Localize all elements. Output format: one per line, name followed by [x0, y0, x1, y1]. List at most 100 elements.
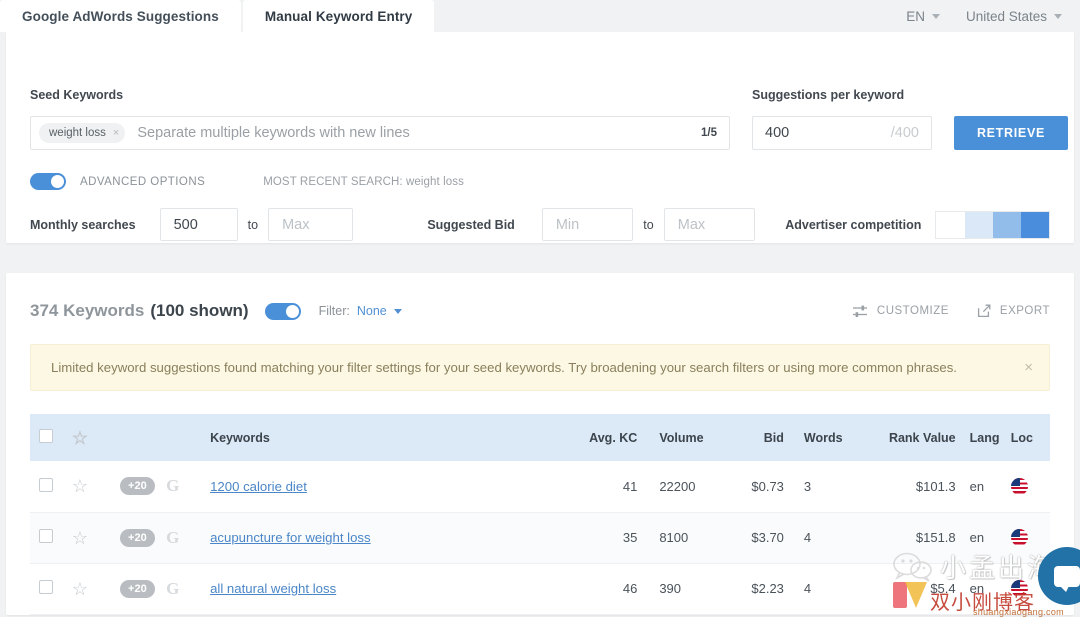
most-recent-search: MOST RECENT SEARCH: weight loss	[263, 175, 464, 188]
star-icon[interactable]: ☆	[72, 476, 88, 496]
export-label: EXPORT	[999, 305, 1050, 317]
row-loc-cell	[1002, 512, 1050, 563]
advanced-filters-row: Monthly searches 500 to Max Suggested Bi…	[30, 208, 1050, 241]
results-toggle[interactable]	[264, 302, 301, 320]
suggested-bid-min-input[interactable]: Min	[541, 208, 634, 241]
close-icon[interactable]: ×	[113, 127, 119, 139]
column-volume[interactable]: Volume	[637, 414, 723, 461]
column-loc[interactable]: Loc	[1002, 414, 1050, 461]
competition-segment-1[interactable]	[936, 211, 965, 238]
row-badge-cell: +20	[120, 563, 166, 614]
star-icon[interactable]: ☆	[72, 428, 88, 448]
row-keyword-cell: all natural weight loss	[210, 563, 574, 614]
retrieve-button[interactable]: RETRIEVE	[954, 116, 1068, 150]
competition-segment-4[interactable]	[1020, 211, 1049, 238]
customize-button[interactable]: CUSTOMIZE	[852, 305, 949, 318]
competition-segment-3[interactable]	[992, 211, 1021, 238]
row-source-cell: G	[166, 563, 210, 614]
flag-us-icon	[1010, 580, 1028, 598]
column-favorite: ☆	[72, 414, 120, 461]
row-words: 4	[803, 581, 812, 596]
language-dropdown[interactable]: EN	[906, 9, 940, 24]
table-header: ☆ Keywords Avg. KC Volume Bid Words Rank…	[30, 414, 1050, 461]
filter-label: Filter:	[318, 304, 350, 318]
results-header: 374 Keywords (100 shown) Filter: None CU…	[30, 273, 1050, 321]
row-avg-kc: 46	[622, 581, 638, 596]
suggestions-input[interactable]: 400 /400	[752, 116, 932, 150]
row-checkbox-cell	[30, 461, 72, 512]
suggestions-label: Suggestions per keyword	[752, 88, 905, 102]
seed-keywords-input[interactable]: weight loss × Separate multiple keywords…	[30, 116, 730, 150]
filter-dropdown[interactable]: Filter: None	[319, 304, 402, 318]
row-volume: 390	[659, 581, 682, 596]
monthly-searches-min-input[interactable]: 500	[159, 208, 238, 241]
select-all-checkbox[interactable]	[39, 429, 53, 443]
results-panel: 374 Keywords (100 shown) Filter: None CU…	[6, 273, 1074, 615]
suggestions-per-keyword-group: Suggestions per keyword 400 /400	[752, 88, 932, 150]
seed-placeholder: Separate multiple keywords with new line…	[137, 125, 410, 141]
keyword-link[interactable]: 1200 calorie diet	[210, 479, 307, 494]
advanced-options-row: ADVANCED OPTIONS MOST RECENT SEARCH: wei…	[30, 173, 1050, 190]
keyword-link[interactable]: all natural weight loss	[210, 581, 336, 596]
column-source	[166, 414, 210, 461]
google-icon: G	[166, 527, 180, 547]
filter-value: None	[356, 304, 387, 318]
advertiser-competition-selector[interactable]	[935, 210, 1050, 239]
column-select-all	[30, 414, 72, 461]
row-rank-value: $5.4	[930, 581, 956, 596]
suggested-bid-label: Suggested Bid	[427, 217, 515, 232]
table-row[interactable]: ☆ +20 G all natural weight loss 46 390 $…	[30, 563, 1050, 614]
external-link-icon	[977, 304, 991, 318]
country-dropdown[interactable]: United States	[966, 9, 1062, 24]
row-checkbox[interactable]	[39, 477, 53, 492]
row-checkbox[interactable]	[39, 529, 53, 543]
country-value: United States	[965, 8, 1047, 24]
tab-google-adwords-suggestions[interactable]: Google AdWords Suggestions	[0, 0, 241, 32]
row-bid: $3.70	[751, 530, 784, 545]
tab-bar: Google AdWords Suggestions Manual Keywor…	[0, 0, 1080, 32]
column-avg-kc[interactable]: Avg. KC	[575, 414, 637, 461]
competition-segment-2[interactable]	[964, 211, 993, 238]
close-icon[interactable]: ×	[1024, 360, 1033, 375]
seed-keywords-group: Seed Keywords weight loss × Separate mul…	[30, 88, 730, 150]
row-badge-cell: +20	[120, 461, 166, 512]
column-words[interactable]: Words	[784, 414, 864, 461]
column-rank-value[interactable]: Rank Value	[864, 414, 956, 461]
google-icon: G	[166, 476, 180, 496]
monthly-searches-label: Monthly searches	[30, 217, 136, 232]
star-icon[interactable]: ☆	[72, 579, 88, 599]
seed-row: Seed Keywords weight loss × Separate mul…	[30, 32, 1068, 150]
bid-to-label: to	[643, 217, 654, 232]
row-lang: en	[969, 530, 985, 545]
table-row[interactable]: ☆ +20 G 1200 calorie diet 41 22200 $0.73…	[30, 461, 1050, 512]
column-keywords[interactable]: Keywords	[210, 414, 574, 461]
export-button[interactable]: EXPORT	[977, 304, 1050, 318]
table-body: ☆ +20 G 1200 calorie diet 41 22200 $0.73…	[30, 461, 1050, 614]
column-expand	[120, 414, 166, 461]
expand-badge[interactable]: +20	[120, 528, 155, 547]
column-lang[interactable]: Lang	[956, 414, 1002, 461]
table-header-row: ☆ Keywords Avg. KC Volume Bid Words Rank…	[30, 414, 1050, 461]
table-row[interactable]: ☆ +20 G acupuncture for weight loss 35 8…	[30, 512, 1050, 563]
seed-chip[interactable]: weight loss ×	[39, 123, 126, 143]
row-rank-value: $151.8	[915, 530, 956, 545]
expand-badge[interactable]: +20	[120, 579, 155, 598]
tab-label: Manual Keyword Entry	[264, 8, 413, 24]
advanced-options-toggle[interactable]	[30, 173, 66, 190]
expand-badge[interactable]: +20	[120, 477, 155, 496]
advertiser-competition-label: Advertiser competition	[785, 217, 922, 232]
star-icon[interactable]: ☆	[72, 528, 88, 548]
column-bid[interactable]: Bid	[723, 414, 784, 461]
alert-message: Limited keyword suggestions found matchi…	[51, 360, 957, 375]
row-checkbox[interactable]	[39, 580, 53, 594]
suggestions-max: /400	[890, 125, 919, 141]
advanced-options-label: ADVANCED OPTIONS	[80, 175, 206, 188]
row-words: 3	[803, 478, 812, 494]
monthly-searches-max-input[interactable]: Max	[268, 208, 354, 241]
row-badge-cell: +20	[120, 512, 166, 563]
keyword-link[interactable]: acupuncture for weight loss	[210, 530, 371, 545]
suggestions-value: 400	[765, 125, 790, 141]
suggested-bid-max-input[interactable]: Max	[663, 208, 756, 241]
row-favorite-cell: ☆	[72, 512, 120, 563]
tab-manual-keyword-entry[interactable]: Manual Keyword Entry	[242, 0, 435, 32]
